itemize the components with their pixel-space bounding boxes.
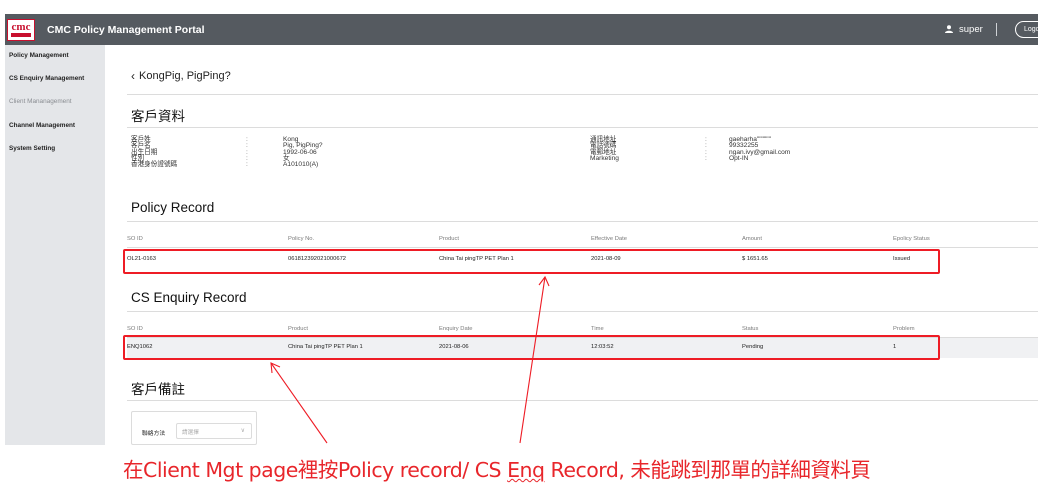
- cmc-logo[interactable]: cmc: [7, 18, 35, 41]
- col-enquiry-date: Enquiry Date: [439, 326, 473, 332]
- client-info-labels-left: 客戶姓 客戶名 出生日期 性別 香港身份證號碼: [131, 136, 178, 169]
- annotation-text-part1: 在Client Mgt page裡按Policy record/ CS: [123, 458, 508, 482]
- user-menu[interactable]: super: [945, 14, 983, 45]
- client-info-values-left: Kong Pig, PigPing? 1992-06-06 女 A101010(…: [283, 136, 323, 169]
- client-info-title: 客戶資料: [131, 109, 185, 124]
- col-effective-date: Effective Date: [591, 236, 627, 242]
- col-problem: Problem: [893, 326, 915, 332]
- divider: [127, 400, 1038, 401]
- col-policy-no: Policy No.: [288, 236, 315, 242]
- col-so-id: SO ID: [127, 236, 143, 242]
- col-time: Time: [591, 326, 604, 332]
- sidebar: Policy Management CS Enquiry Management …: [5, 45, 108, 445]
- policy-record-title: Policy Record: [131, 200, 215, 215]
- divider: [127, 221, 1038, 222]
- col-status: Status: [742, 326, 759, 332]
- col-epolicy-status: Epolicy Status: [893, 236, 930, 242]
- annotation-text-part2: Record, 未能跳到那單的詳細資料頁: [544, 458, 871, 482]
- client-info-labels-right: 通訊地址 電話號碼 電郵地址 Marketing: [590, 136, 619, 162]
- divider: [127, 311, 1038, 312]
- client-notes-title: 客戶備註: [131, 382, 185, 397]
- label-hkid: 香港身份證號碼: [131, 161, 178, 169]
- policy-row-highlight: [123, 249, 940, 274]
- client-name-title: KongPig, PigPing?: [139, 70, 231, 82]
- top-bar: cmc CMC Policy Management Portal super L…: [5, 14, 1038, 45]
- value-marketing: Opt-IN: [729, 154, 749, 162]
- sidebar-item-policy-management[interactable]: Policy Management: [5, 52, 105, 59]
- enquiry-row-highlight: [123, 335, 940, 360]
- annotation-text-underlined: Enq: [507, 458, 545, 482]
- client-notes-panel: 聯絡方法 請選擇 ∨: [131, 411, 257, 445]
- username: super: [959, 24, 983, 35]
- chevron-down-icon: ∨: [240, 428, 245, 434]
- sidebar-item-channel-management[interactable]: Channel Management: [5, 122, 105, 129]
- col-product: Product: [288, 326, 308, 332]
- divider: [127, 94, 1038, 95]
- annotation-text: 在Client Mgt page裡按Policy record/ CS Enq …: [123, 453, 871, 483]
- main-content: ‹ KongPig, PigPing? 客戶資料 客戶姓 客戶名 出生日期 性別…: [105, 45, 1038, 445]
- logout-button[interactable]: Logout: [1015, 21, 1038, 38]
- divider: [127, 127, 1038, 128]
- col-so-id: SO ID: [127, 326, 143, 332]
- contact-method-label: 聯絡方法: [142, 431, 166, 437]
- logo-text: cmc: [11, 21, 31, 33]
- col-amount: Amount: [742, 236, 762, 242]
- label-marketing: Marketing: [590, 154, 619, 162]
- back-link[interactable]: ‹ KongPig, PigPing?: [131, 69, 231, 83]
- header-divider: [996, 23, 997, 36]
- contact-method-placeholder: 請選擇: [182, 430, 199, 436]
- contact-method-select[interactable]: 請選擇 ∨: [176, 423, 252, 439]
- client-info-values-right: gaeharha"""""" 99332255 ngan.ivy@gmail.c…: [729, 136, 790, 162]
- col-product: Product: [439, 236, 459, 242]
- user-icon: [945, 24, 953, 35]
- sidebar-item-client-management[interactable]: Client Mananagement: [5, 98, 105, 105]
- app-title: CMC Policy Management Portal: [47, 23, 205, 36]
- sidebar-item-cs-enquiry-management[interactable]: CS Enquiry Management: [5, 75, 105, 82]
- value-hkid: A101010(A): [283, 161, 319, 169]
- cs-enquiry-record-title: CS Enquiry Record: [131, 290, 247, 305]
- sidebar-item-system-setting[interactable]: System Setting: [5, 145, 105, 152]
- chevron-left-icon: ‹: [131, 69, 135, 83]
